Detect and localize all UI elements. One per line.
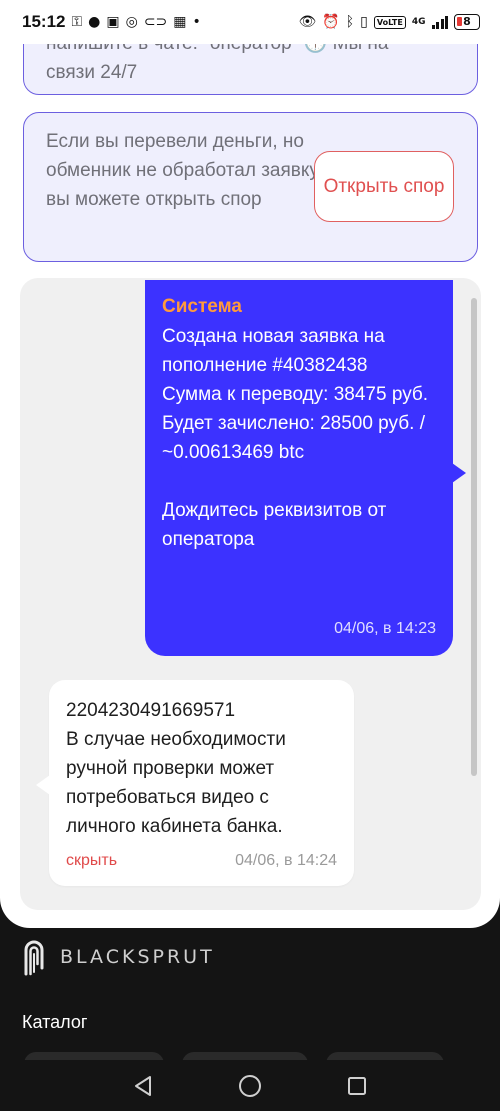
dispute-info-card: Если вы перевели деньги, но обменник не … bbox=[23, 112, 478, 262]
back-button[interactable] bbox=[123, 1066, 163, 1106]
vibrate-icon: ▯ bbox=[360, 14, 368, 30]
system-message: Система Создана новая заявка на пополнен… bbox=[145, 280, 466, 656]
status-right: 👁 ⏰ ᛒ ▯ VoLTE 4G 8 bbox=[299, 14, 480, 30]
status-left: 15:12 ⚿ ● ▣ ◎ ⊂⊃ ▦ • bbox=[22, 12, 201, 32]
more-dots-icon: • bbox=[192, 14, 201, 30]
chat-area[interactable]: Система Создана новая заявка на пополнен… bbox=[20, 278, 481, 910]
battery-level: 8 bbox=[463, 15, 471, 28]
back-icon bbox=[135, 1075, 152, 1096]
brand-name: BLACKSPRUT bbox=[60, 946, 215, 968]
hide-message-link[interactable]: скрыть bbox=[66, 852, 117, 870]
message-tail bbox=[452, 463, 466, 483]
status-bar: 15:12 ⚿ ● ▣ ◎ ⊂⊃ ▦ • 👁 ⏰ ᛒ ▯ VoLTE 4G 8 bbox=[0, 0, 500, 44]
operator-message: 2204230491669571 В случае необходимости … bbox=[36, 680, 354, 886]
home-button[interactable] bbox=[230, 1066, 270, 1106]
network-type: 4G bbox=[411, 16, 426, 27]
message-footer: скрыть 04/06, в 14:24 bbox=[66, 852, 337, 870]
volte-icon: VoLTE bbox=[373, 15, 406, 29]
brand-logo[interactable]: BLACKSPRUT bbox=[22, 938, 215, 976]
main-sheet: напишите в чате: "оператор" 🕜 Мы на связ… bbox=[0, 0, 500, 928]
bank-app-icon: ▦ bbox=[173, 14, 187, 30]
link-icon: ⊂⊃ bbox=[143, 14, 168, 30]
message-time: 04/06, в 14:23 bbox=[334, 620, 436, 637]
catalog-link[interactable]: Каталог bbox=[22, 1012, 87, 1033]
alarm-icon: ⏰ bbox=[322, 14, 340, 30]
open-dispute-button[interactable]: Открыть спор bbox=[314, 151, 454, 222]
dispute-info-text: Если вы перевели деньги, но обменник не … bbox=[46, 131, 323, 210]
battery-icon: 8 bbox=[454, 14, 480, 30]
recents-icon bbox=[347, 1076, 366, 1095]
chat-app-icon: ● bbox=[88, 14, 101, 30]
android-nav-bar bbox=[0, 1060, 500, 1111]
message-tail bbox=[36, 775, 50, 795]
home-icon bbox=[238, 1074, 261, 1097]
target-icon: ◎ bbox=[125, 14, 138, 30]
key-icon: ⚿ bbox=[71, 14, 83, 30]
status-time: 15:12 bbox=[22, 12, 66, 31]
signal-icon bbox=[431, 15, 448, 29]
chat-scrollbar[interactable] bbox=[471, 298, 477, 776]
eye-icon: 👁 bbox=[298, 14, 317, 30]
message-sender: Система bbox=[162, 296, 242, 317]
message-text: 2204230491669571 В случае необходимости … bbox=[66, 700, 286, 837]
message-text: Создана новая заявка на пополнение #4038… bbox=[162, 326, 429, 550]
blacksprut-logo-icon bbox=[24, 940, 44, 976]
message-time: 04/06, в 14:24 bbox=[235, 852, 337, 869]
bluetooth-icon: ᛒ bbox=[345, 14, 355, 30]
recents-button[interactable] bbox=[337, 1066, 377, 1106]
vk-app-icon: ▣ bbox=[106, 14, 120, 30]
